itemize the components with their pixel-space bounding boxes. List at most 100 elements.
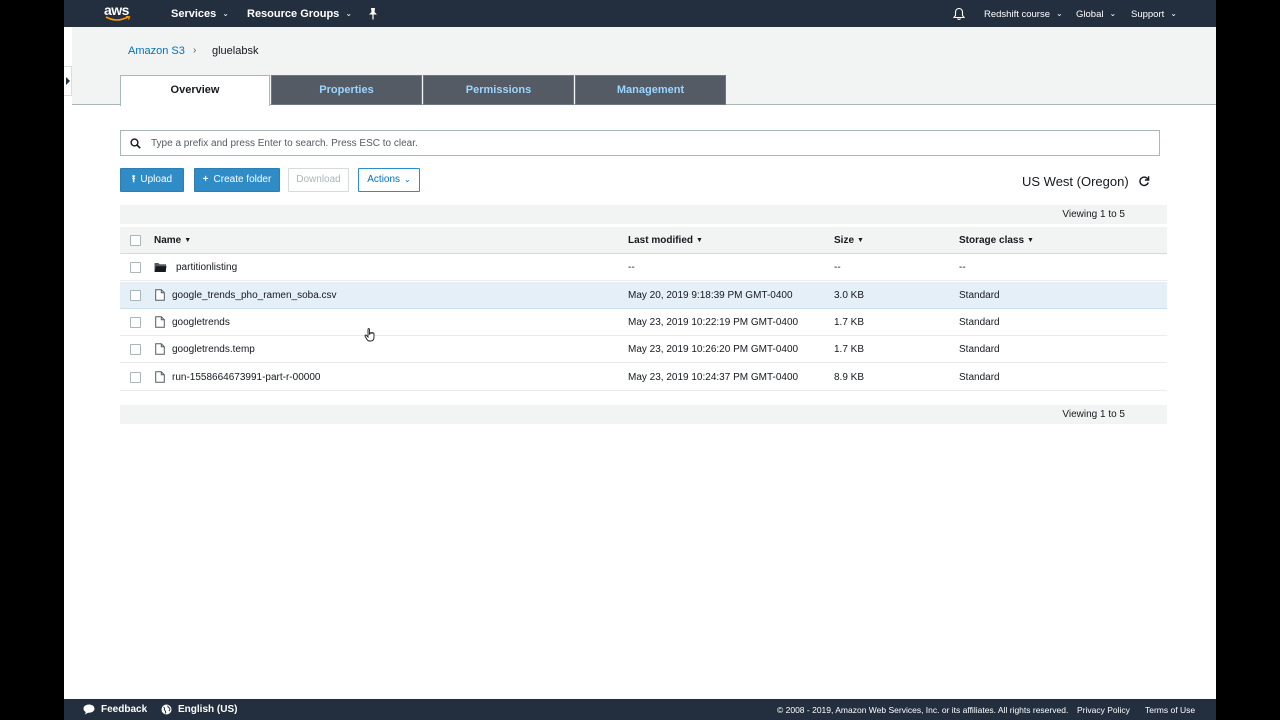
table-row[interactable]: run-1558664673991-part-r-00000 May 23, 2… xyxy=(120,364,1167,391)
chevron-down-icon: ⌄ xyxy=(1056,9,1063,18)
column-header-name[interactable]: Name ▼ xyxy=(154,235,191,246)
object-name-link[interactable]: run-1558664673991-part-r-00000 xyxy=(172,372,320,383)
upload-icon: ⭱ xyxy=(131,174,136,185)
sidebar-toggle[interactable] xyxy=(64,66,72,96)
column-last-modified-label: Last modified xyxy=(628,235,694,246)
last-modified-cell: May 23, 2019 10:24:37 PM GMT-0400 xyxy=(628,372,799,383)
tab-permissions[interactable]: Permissions xyxy=(423,75,574,105)
row-checkbox[interactable] xyxy=(130,372,141,383)
last-modified-cell: May 23, 2019 10:22:19 PM GMT-0400 xyxy=(628,317,799,328)
account-menu[interactable]: Redshift course ⌄ xyxy=(984,0,1063,27)
globe-icon xyxy=(161,704,172,715)
file-icon xyxy=(155,316,165,328)
table-row[interactable]: googletrends May 23, 2019 10:22:19 PM GM… xyxy=(120,309,1167,336)
search-input[interactable] xyxy=(151,133,1151,153)
download-button[interactable]: Download xyxy=(288,168,349,192)
sort-caret-icon: ▼ xyxy=(1027,237,1034,244)
folder-icon xyxy=(154,263,167,272)
column-header-storage-class[interactable]: Storage class ▼ xyxy=(959,235,1034,246)
last-modified-cell: -- xyxy=(628,262,635,273)
resource-groups-menu[interactable]: Resource Groups ⌄ xyxy=(247,0,352,27)
notifications-bell-icon[interactable] xyxy=(952,7,966,21)
row-checkbox[interactable] xyxy=(130,290,141,301)
create-folder-label: Create folder xyxy=(213,174,272,185)
pin-icon[interactable] xyxy=(368,7,378,21)
tab-management[interactable]: Management xyxy=(575,75,726,105)
storage-class-cell: Standard xyxy=(959,317,1000,328)
size-cell: 1.7 KB xyxy=(834,344,865,355)
size-cell: -- xyxy=(834,262,841,273)
services-label: Services xyxy=(171,8,217,20)
sort-caret-icon: ▼ xyxy=(857,237,864,244)
global-label: Global xyxy=(1076,9,1104,20)
storage-class-cell: Standard xyxy=(959,372,1000,383)
upload-button[interactable]: ⭱ Upload xyxy=(120,168,184,192)
plus-icon: + xyxy=(202,174,209,185)
account-label: Redshift course xyxy=(984,9,1051,20)
search-icon xyxy=(130,138,141,149)
row-checkbox[interactable] xyxy=(130,317,141,328)
bucket-region-label: US West (Oregon) xyxy=(1022,174,1129,189)
storage-class-cell: Standard xyxy=(959,344,1000,355)
privacy-policy-link[interactable]: Privacy Policy xyxy=(1077,705,1130,715)
breadcrumb-amazon-s3[interactable]: Amazon S3 xyxy=(128,45,185,57)
feedback-link[interactable]: Feedback xyxy=(101,704,147,715)
console-footer: Feedback English (US) © 2008 - 2019, Ama… xyxy=(64,699,1216,720)
top-navigation-bar: aws Services ⌄ Resource Groups ⌄ Redshift … xyxy=(64,0,1216,27)
chevron-down-icon: ⌄ xyxy=(345,9,353,18)
size-cell: 8.9 KB xyxy=(834,372,865,383)
viewing-range-text: Viewing 1 to 5 xyxy=(1062,409,1125,420)
breadcrumb-current-bucket: gluelabsk xyxy=(212,45,259,57)
table-row[interactable]: google_trends_pho_ramen_soba.csv May 20,… xyxy=(120,282,1167,309)
column-header-size[interactable]: Size ▼ xyxy=(834,235,864,246)
chevron-down-icon: ⌄ xyxy=(1170,9,1177,18)
terms-of-use-link[interactable]: Terms of Use xyxy=(1145,705,1195,715)
actions-label: Actions xyxy=(367,174,401,185)
actions-dropdown[interactable]: Actions ⌄ xyxy=(358,168,420,192)
viewing-range-text: Viewing 1 to 5 xyxy=(1062,209,1125,220)
support-label: Support xyxy=(1131,9,1165,20)
file-icon xyxy=(155,289,165,301)
language-selector[interactable]: English (US) xyxy=(178,704,237,715)
size-cell: 1.7 KB xyxy=(834,317,865,328)
caret-right-icon xyxy=(66,77,70,85)
tab-overview[interactable]: Overview xyxy=(120,75,270,106)
last-modified-cell: May 23, 2019 10:26:20 PM GMT-0400 xyxy=(628,344,799,355)
chevron-down-icon: ⌄ xyxy=(1109,9,1117,18)
global-region-menu[interactable]: Global ⌄ xyxy=(1076,0,1116,27)
copyright-text: © 2008 - 2019, Amazon Web Services, Inc.… xyxy=(777,705,1069,715)
hand-cursor-icon xyxy=(364,328,375,342)
table-header: Name ▼ Last modified ▼ Size ▼ Storage class… xyxy=(120,227,1167,254)
aws-smile-icon xyxy=(105,16,131,21)
aws-logo-text: aws xyxy=(104,2,129,18)
object-name-link[interactable]: googletrends.temp xyxy=(172,344,255,355)
create-folder-button[interactable]: + Create folder xyxy=(194,168,280,192)
services-menu[interactable]: Services ⌄ xyxy=(171,0,229,27)
feedback-bubble-icon xyxy=(83,704,95,715)
refresh-icon[interactable] xyxy=(1138,175,1150,187)
size-cell: 3.0 KB xyxy=(834,290,865,301)
table-row[interactable]: partitionlisting -- -- -- xyxy=(120,254,1167,281)
sort-caret-icon: ▼ xyxy=(184,237,192,244)
tab-properties[interactable]: Properties xyxy=(271,75,422,105)
prefix-search-box xyxy=(120,130,1160,156)
column-size-label: Size xyxy=(834,235,855,246)
support-menu[interactable]: Support ⌄ xyxy=(1131,0,1177,27)
row-checkbox[interactable] xyxy=(130,262,141,273)
table-row[interactable]: googletrends.temp May 23, 2019 10:26:20 … xyxy=(120,336,1167,363)
object-name-link[interactable]: google_trends_pho_ramen_soba.csv xyxy=(172,290,337,301)
object-name-link[interactable]: googletrends xyxy=(172,317,230,328)
chevron-down-icon: ⌄ xyxy=(222,9,229,18)
storage-class-cell: -- xyxy=(959,262,966,273)
select-all-checkbox[interactable] xyxy=(130,235,141,246)
storage-class-cell: Standard xyxy=(959,290,1000,301)
file-icon xyxy=(155,371,165,383)
column-header-last-modified[interactable]: Last modified ▼ xyxy=(628,235,703,246)
aws-logo[interactable]: aws xyxy=(104,3,134,25)
chevron-down-icon: ⌄ xyxy=(404,175,411,184)
object-name-link[interactable]: partitionlisting xyxy=(176,262,237,273)
breadcrumb-separator: › xyxy=(193,45,197,56)
row-checkbox[interactable] xyxy=(130,344,141,355)
last-modified-cell: May 20, 2019 9:18:39 PM GMT-0400 xyxy=(628,290,793,301)
resource-groups-label: Resource Groups xyxy=(247,8,340,20)
